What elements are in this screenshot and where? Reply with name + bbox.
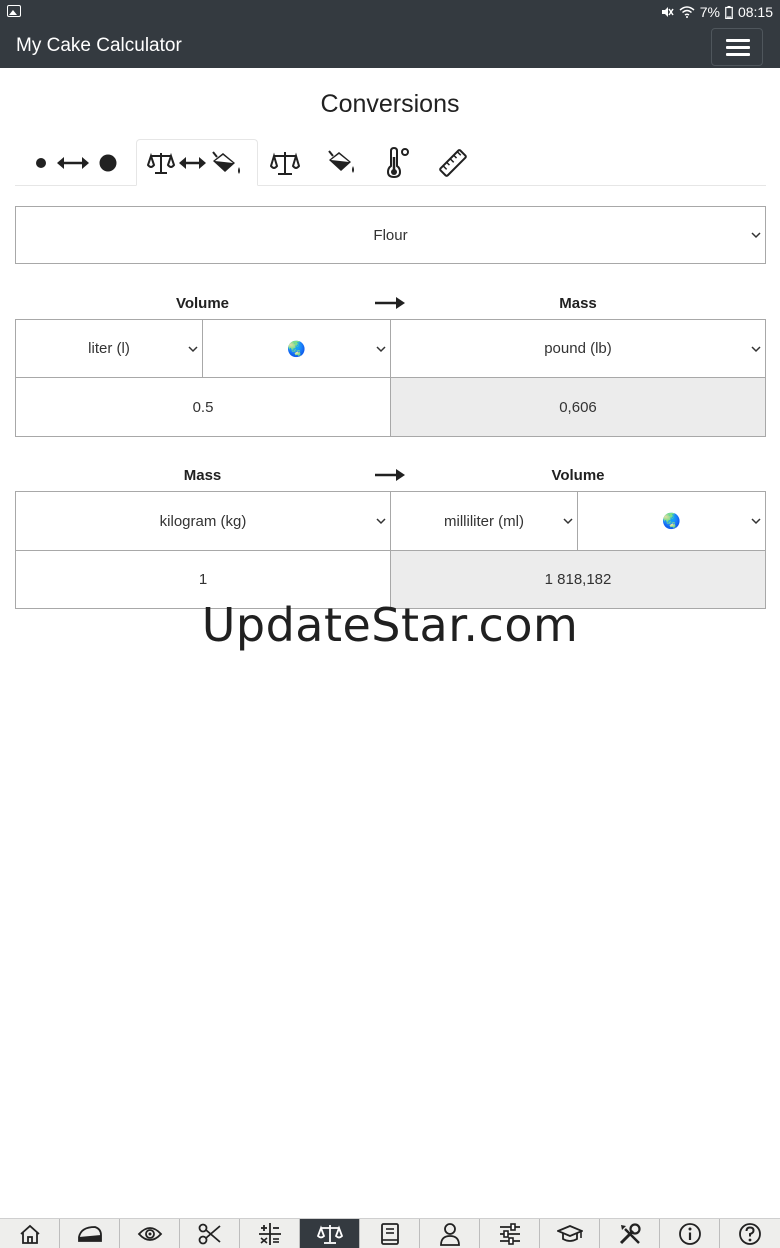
- cake-icon: [77, 1226, 102, 1242]
- battery-icon: [725, 5, 733, 19]
- conversion2-to-unit: milliliter (ml): [444, 512, 524, 530]
- conversion2-output-value: 1 818,182: [544, 571, 612, 588]
- scale-icon: [316, 1225, 343, 1244]
- conversion1-input-value: 0.5: [192, 398, 214, 416]
- nav-cake[interactable]: [60, 1219, 120, 1248]
- tab-mass-volume[interactable]: [136, 139, 258, 186]
- nav-learn[interactable]: [540, 1219, 600, 1248]
- ingredient-value: Flour: [373, 226, 408, 244]
- conversion2-from-unit-select[interactable]: kilogram (kg): [15, 491, 391, 551]
- tools-icon: [619, 1223, 641, 1245]
- conversion1-output-value: 0,606: [559, 398, 597, 416]
- nav-calculator[interactable]: [240, 1219, 300, 1248]
- chevron-down-icon: [751, 518, 761, 525]
- conversion2-input-value: 1: [198, 571, 208, 588]
- ingredient-select[interactable]: Flour: [15, 206, 766, 264]
- conversion1-to-label: Mass: [559, 295, 597, 312]
- conversion2-from-label: Mass: [183, 467, 222, 484]
- status-bar: 7% 08:15: [0, 0, 780, 24]
- battery-percent: 7%: [699, 4, 720, 20]
- conversion1-to-unit: pound (lb): [544, 340, 612, 357]
- conversion-tabs: [15, 139, 766, 186]
- app-title: My Cake Calculator: [16, 35, 182, 56]
- nav-tools[interactable]: [600, 1219, 660, 1248]
- nav-info[interactable]: [660, 1219, 720, 1248]
- conversion2-from-unit: kilogram (kg): [159, 512, 247, 530]
- nav-help[interactable]: [720, 1219, 780, 1248]
- thermometer-icon: [386, 146, 409, 178]
- nav-recipes[interactable]: [360, 1219, 420, 1248]
- graduation-cap-icon: [556, 1225, 583, 1242]
- nav-conversions[interactable]: [300, 1219, 360, 1248]
- size-convert-icon: [36, 154, 117, 171]
- conversion1-from-unit: liter (l): [88, 340, 130, 357]
- nav-view[interactable]: [120, 1219, 180, 1248]
- chevron-down-icon: [751, 232, 761, 239]
- conversion1-output: 0,606: [390, 377, 766, 437]
- conversion1-from-label: Volume: [175, 295, 230, 312]
- conversion2-region-select[interactable]: 🌏: [577, 491, 766, 551]
- nav-home[interactable]: [0, 1219, 60, 1248]
- home-icon: [19, 1224, 40, 1244]
- mass-volume-convert-icon: [147, 150, 240, 174]
- nav-profile[interactable]: [420, 1219, 480, 1248]
- conversion2-to-label: Volume: [551, 467, 605, 484]
- tab-size-convert[interactable]: [25, 139, 125, 186]
- tab-scale[interactable]: [263, 139, 307, 186]
- chevron-down-icon: [188, 345, 198, 352]
- conversion1-to-unit-select[interactable]: pound (lb): [390, 319, 766, 378]
- help-icon: [739, 1223, 761, 1245]
- tab-bucket[interactable]: [319, 139, 363, 186]
- wifi-icon: [679, 6, 695, 18]
- bottom-nav: [0, 1218, 780, 1248]
- chevron-down-icon: [751, 345, 761, 352]
- conversion1-from-unit-select[interactable]: liter (l): [15, 319, 203, 378]
- tab-length[interactable]: [431, 139, 475, 186]
- menu-button[interactable]: [711, 28, 763, 66]
- mute-icon: [661, 7, 674, 17]
- watermark: UpdateStar.com: [201, 598, 579, 652]
- ruler-icon: [439, 148, 467, 177]
- sliders-icon: [499, 1223, 520, 1245]
- chevron-down-icon: [376, 518, 386, 525]
- clock: 08:15: [737, 4, 773, 20]
- app-bar: My Cake Calculator: [0, 24, 780, 68]
- page-title: Conversions: [320, 90, 460, 118]
- conversion1-region-select[interactable]: 🌏: [202, 319, 391, 378]
- user-icon: [439, 1223, 460, 1246]
- scale-icon: [270, 151, 300, 175]
- tab-temperature[interactable]: [375, 139, 419, 186]
- eye-icon: [137, 1227, 162, 1241]
- bucket-icon: [328, 149, 354, 173]
- globe-icon: 🌏: [287, 340, 306, 358]
- scissors-icon: [198, 1223, 221, 1245]
- nav-cut[interactable]: [180, 1219, 240, 1248]
- globe-icon: 🌏: [662, 513, 681, 530]
- gallery-icon: [7, 5, 21, 17]
- book-icon: [380, 1223, 399, 1245]
- chevron-down-icon: [563, 518, 573, 525]
- info-icon: [678, 1223, 701, 1245]
- calculator-icon: [258, 1223, 281, 1245]
- conversion1-input[interactable]: 0.5: [15, 377, 391, 437]
- nav-settings[interactable]: [480, 1219, 540, 1248]
- conversion2-to-unit-select[interactable]: milliliter (ml): [390, 491, 578, 551]
- chevron-down-icon: [376, 345, 386, 352]
